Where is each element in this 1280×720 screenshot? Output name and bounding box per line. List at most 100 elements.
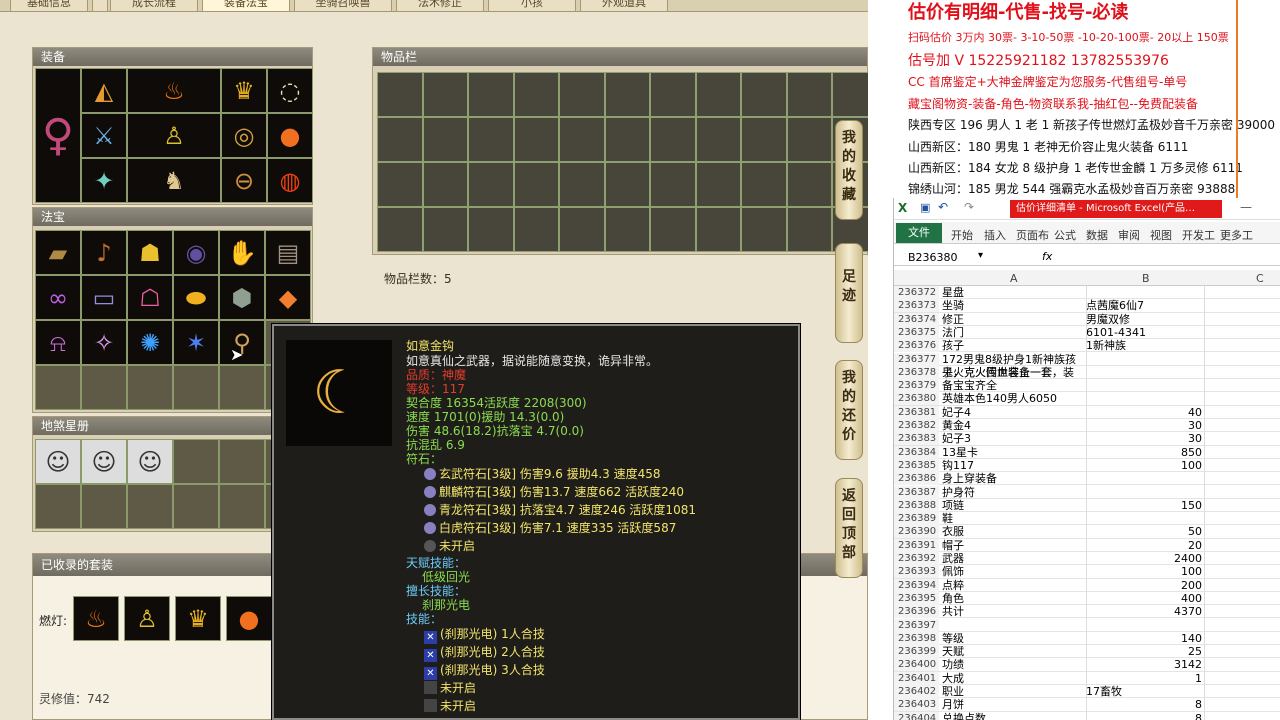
cell-b[interactable]: 2400 [1086, 552, 1202, 565]
tab-mounts[interactable]: 坐骑召唤兽 [294, 0, 392, 12]
pink-lantern-icon[interactable]: ☖ [127, 275, 173, 320]
table-row[interactable]: 236380 英雄本色140男人6050 [894, 392, 1280, 406]
ribbon-tab[interactable]: 数据 [1086, 227, 1108, 243]
cell-a[interactable]: 钩117 [942, 459, 1082, 472]
ribbon-tab[interactable]: 开始 [951, 227, 973, 243]
bell-icon[interactable]: ⍾ [35, 320, 81, 365]
table-row[interactable]: 236392 武器 2400 [894, 552, 1280, 566]
table-row[interactable]: 236386 身上穿装备 [894, 472, 1280, 486]
table-row[interactable]: 236390 衣服 50 [894, 525, 1280, 539]
cell-a[interactable]: 衣服 [942, 525, 1082, 538]
cell-b[interactable]: 点茜魔6仙7 [1086, 299, 1202, 312]
ribbon-icon[interactable]: ∞ [35, 275, 81, 320]
cell-b[interactable]: 男魔双修 [1086, 313, 1202, 326]
minimize-icon[interactable]: — [1240, 200, 1252, 214]
box-icon[interactable]: ▤ [265, 230, 311, 275]
tab-growth[interactable]: 成长流程 [110, 0, 198, 12]
necklace-icon[interactable]: ◌ [267, 68, 313, 113]
cell-b[interactable]: 100 [1086, 459, 1202, 472]
ribbon-tab[interactable]: 审阅 [1118, 227, 1140, 243]
cell-b[interactable]: 4370 [1086, 605, 1202, 618]
table-row[interactable]: 236387 护身符 [894, 485, 1280, 499]
column-header-b[interactable]: B [1142, 272, 1150, 285]
name-box[interactable]: B236380 [908, 251, 958, 264]
table-row[interactable]: 236379 [894, 379, 1280, 393]
cell-a[interactable]: 黄金4 [942, 419, 1082, 432]
cell-a[interactable]: 大成 [942, 672, 1082, 685]
blade-icon[interactable]: ⚔ [81, 113, 127, 158]
cell-b[interactable]: 30 [1086, 419, 1202, 432]
table-row[interactable]: 236376 孩子 1新神族 [894, 339, 1280, 353]
cell-b[interactable]: 100 [1086, 565, 1202, 578]
cell-b[interactable]: 8 [1086, 712, 1202, 720]
table-row[interactable]: 236385 钩117 100 [894, 458, 1280, 473]
ring-icon[interactable]: ◎ [221, 113, 267, 158]
table-row[interactable]: 236391 帽子 20 [894, 538, 1280, 552]
cell-a[interactable]: 妃子4 [942, 406, 1082, 419]
dark-orb-icon[interactable]: ◉ [173, 230, 219, 275]
cell-b[interactable]: 20 [1086, 539, 1202, 552]
cell-b[interactable]: 150 [1086, 499, 1202, 512]
back-to-top-button[interactable]: 返回顶部 [835, 478, 863, 578]
footprint-button[interactable]: 足迹 [835, 243, 863, 343]
table-row[interactable]: 236398 等级 140 [894, 631, 1280, 646]
cell-b[interactable]: 3142 [1086, 658, 1202, 671]
table-row[interactable]: 236383 妃子3 30 [894, 432, 1280, 446]
boots-icon[interactable]: ♞ [127, 158, 221, 203]
table-row[interactable]: 236374 修正 男魔双修 [894, 312, 1280, 326]
cell-b[interactable]: 40 [1086, 406, 1202, 419]
my-bargain-button[interactable]: 我的还价 [835, 360, 863, 460]
sage-portrait[interactable]: ☺ [81, 439, 127, 484]
cell-b[interactable]: 1新神族 [1086, 339, 1202, 352]
ribbon-tab[interactable]: 更多工 [1220, 227, 1253, 243]
cell-b[interactable]: 400 [1086, 592, 1202, 605]
token-icon[interactable]: ▰ [35, 230, 81, 275]
save-icon[interactable]: ▣ [920, 201, 930, 214]
tab-spells[interactable]: 法术修正 [396, 0, 484, 12]
flame-crown-icon[interactable]: ♨ [127, 68, 221, 113]
cell-a[interactable]: 英雄本色140男人6050 [942, 392, 1082, 405]
table-row[interactable]: 236384 13星卡 850 [894, 445, 1280, 459]
tab-equipment[interactable]: 装备法宝 [202, 0, 290, 12]
cell-a[interactable]: 13星卡 [942, 446, 1082, 459]
set-pendant-icon[interactable]: ● [226, 596, 272, 641]
tab-basic-info[interactable]: 基础信息 [10, 0, 88, 12]
cell-b[interactable]: 200 [1086, 579, 1202, 592]
belt-icon[interactable]: ⊖ [221, 158, 267, 203]
claw-icon[interactable]: ✋ [219, 230, 265, 275]
cell-b[interactable]: 140 [1086, 632, 1202, 645]
table-row[interactable]: 236372 星盘 [894, 286, 1280, 300]
table-row[interactable]: 236378 鬼火克火传世容止一套，装备宝宝齐全 [894, 365, 1280, 392]
scroll-icon[interactable]: ▭ [81, 275, 127, 320]
cell-a[interactable]: 功绩 [942, 658, 1082, 671]
tab-child[interactable]: 小孩 [488, 0, 576, 12]
ribbon-file-tab[interactable]: 文件 [896, 223, 942, 243]
cell-b[interactable]: 25 [1086, 645, 1202, 658]
table-row[interactable]: 236382 黄金4 30 [894, 419, 1280, 433]
table-row[interactable]: 236403 月饼 8 [894, 698, 1280, 712]
warrior-portrait[interactable]: ☺ [35, 439, 81, 484]
cell-a[interactable]: 佩饰 [942, 565, 1082, 578]
tab-appearance[interactable]: 外观道具 [580, 0, 668, 12]
fan-icon[interactable]: ✦ [81, 158, 127, 203]
cell-a[interactable]: 角色 [942, 592, 1082, 605]
cell-a[interactable]: 点粹 [942, 579, 1082, 592]
cell-a[interactable]: 总换点数 [942, 712, 1082, 720]
table-row[interactable]: 236389 鞋 [894, 512, 1280, 526]
cell-a[interactable]: 月饼 [942, 698, 1082, 711]
ribbon-tab[interactable]: 视图 [1150, 227, 1172, 243]
cell-b[interactable]: 1 [1086, 672, 1202, 685]
swordsman-portrait[interactable]: ☺ [127, 439, 173, 484]
pendant-icon[interactable]: ● [267, 113, 313, 158]
table-row[interactable]: 236401 大成 1 [894, 671, 1280, 685]
ribbon-tab[interactable]: 页面布 [1016, 227, 1049, 243]
set-helm-icon[interactable]: ♛ [175, 596, 221, 641]
cell-a[interactable]: 身上穿装备 [942, 472, 1082, 485]
cell-a[interactable]: 等级 [942, 632, 1082, 645]
cell-b[interactable]: 850 [1086, 446, 1202, 459]
cell-a[interactable]: 鞋 [942, 512, 1082, 525]
ribbon-tab[interactable]: 插入 [984, 227, 1006, 243]
set-crown-icon[interactable]: ♨ [73, 596, 119, 641]
cell-a[interactable]: 武器 [942, 552, 1082, 565]
column-header-c[interactable]: C [1256, 272, 1264, 285]
